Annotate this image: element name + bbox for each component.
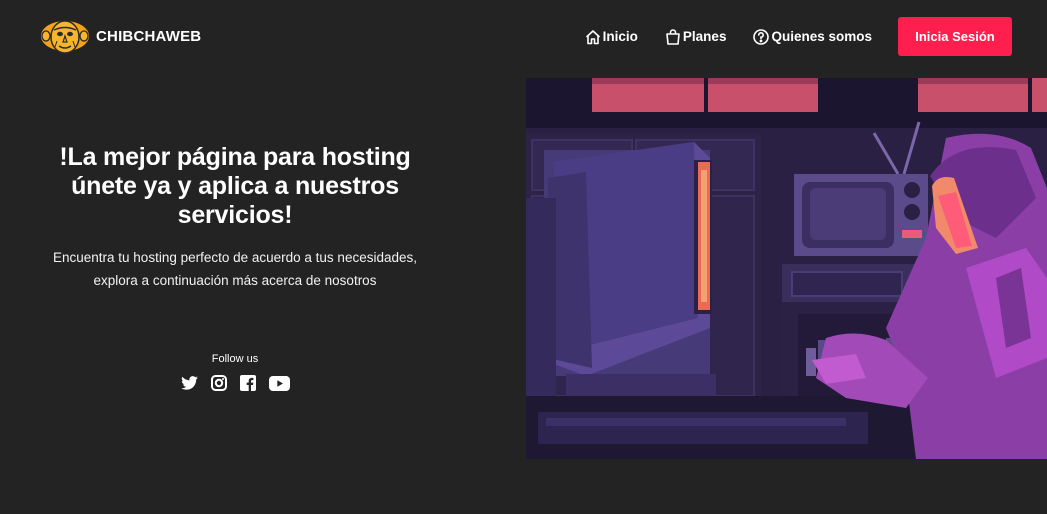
facebook-icon xyxy=(239,375,256,391)
instagram-icon xyxy=(210,375,227,391)
instagram-link[interactable] xyxy=(210,375,227,391)
hero-title-line-3: servicios! xyxy=(177,201,293,229)
login-button[interactable]: Inicia Sesión xyxy=(898,17,1012,56)
home-icon xyxy=(585,29,600,44)
navbar: CHIBCHAWEB Inicio Planes Quienes somos I… xyxy=(0,0,1047,76)
hero-illustration xyxy=(526,78,1047,459)
nav-link-quienes-somos[interactable]: Quienes somos xyxy=(752,28,872,46)
brand-name: CHIBCHAWEB xyxy=(96,27,202,45)
monkey-logo-icon xyxy=(41,20,89,54)
shopping-bag-icon xyxy=(666,28,680,45)
brand-link[interactable]: CHIBCHAWEB xyxy=(40,17,201,55)
nav-link-planes[interactable]: Planes xyxy=(664,28,727,46)
pixel-art-hacker-illustration xyxy=(526,78,1047,459)
social-links xyxy=(160,375,310,391)
follow-us-section: Follow us xyxy=(160,353,310,391)
hero-subtitle-line-1: Encuentra tu hosting perfecto de acuerdo… xyxy=(53,250,417,265)
hero-title-line-2: únete ya y aplica a nuestros xyxy=(71,172,399,200)
facebook-link[interactable] xyxy=(239,375,256,391)
youtube-link[interactable] xyxy=(268,375,290,391)
hero-subtitle: Encuentra tu hosting perfecto de acuerdo… xyxy=(20,246,450,292)
hero-title-line-1: !La mejor página para hosting xyxy=(59,143,411,171)
nav-label-inicio: Inicio xyxy=(602,29,638,44)
question-circle-icon xyxy=(753,28,770,45)
youtube-icon xyxy=(268,375,290,391)
nav-label-planes: Planes xyxy=(682,29,727,44)
nav-link-inicio[interactable]: Inicio xyxy=(584,28,638,46)
follow-us-label: Follow us xyxy=(211,353,259,365)
hero-title: !La mejor página para hosting únete ya y… xyxy=(20,143,450,230)
twitter-link[interactable] xyxy=(180,376,198,390)
nav-label-quienes-somos: Quienes somos xyxy=(771,29,872,44)
hero-subtitle-line-2: explora a continuación más acerca de nos… xyxy=(93,273,377,288)
twitter-icon xyxy=(180,376,198,390)
nav-links: Inicio Planes Quienes somos Inicia Sesió… xyxy=(584,17,1012,56)
hero-text: !La mejor página para hosting únete ya y… xyxy=(20,143,450,292)
